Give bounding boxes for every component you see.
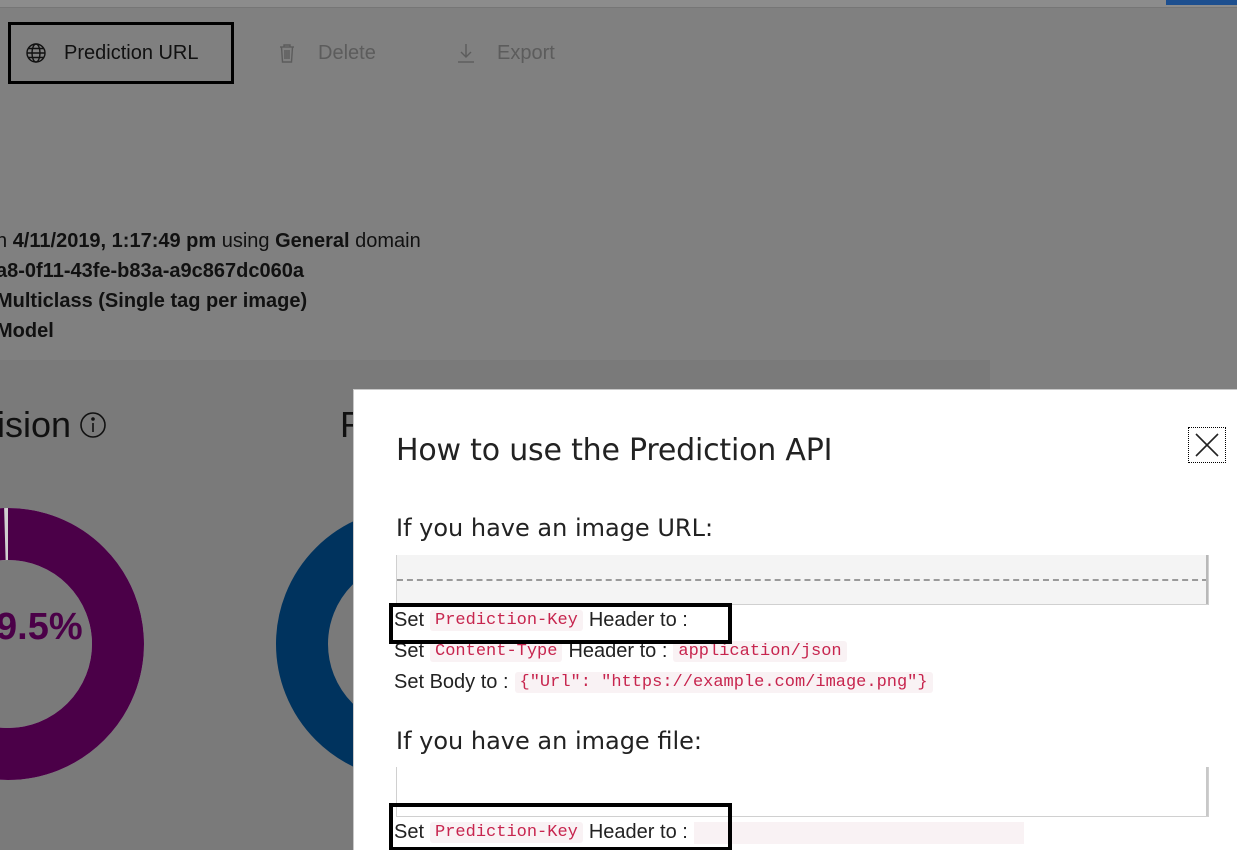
classification-type: Multiclass (Single tag per image) xyxy=(0,290,308,312)
top-bar xyxy=(0,0,1237,8)
export-button[interactable]: Export xyxy=(455,22,555,84)
precision-title: ision xyxy=(0,404,107,446)
iteration-info: n 4/11/2019, 1:17:49 pm using General do… xyxy=(0,226,421,346)
content-type-code: Content-Type xyxy=(430,641,563,662)
page: Prediction URL Delete Export n 4/11/2019… xyxy=(0,0,1237,850)
export-label: Export xyxy=(497,41,555,64)
prediction-key-highlight xyxy=(389,803,732,850)
prediction-api-modal: How to use the Prediction API If you hav… xyxy=(353,389,1237,850)
prediction-url-button[interactable]: Prediction URL xyxy=(8,22,234,84)
content-type-value: application/json xyxy=(673,641,847,662)
close-icon xyxy=(1195,433,1219,457)
iteration-id: a8-0f11-43fe-b83a-a9c867dc060a xyxy=(0,260,304,282)
close-button[interactable] xyxy=(1188,427,1226,463)
info-icon[interactable] xyxy=(79,411,107,439)
globe-icon xyxy=(25,42,47,64)
delete-button[interactable]: Delete xyxy=(276,22,376,84)
download-icon xyxy=(455,42,477,64)
modal-title: How to use the Prediction API xyxy=(396,433,833,468)
redacted-key-value xyxy=(693,821,1024,844)
domain-name: General xyxy=(275,230,350,252)
prediction-url-field[interactable] xyxy=(396,555,1209,605)
field-edge xyxy=(1206,767,1208,816)
delete-label: Delete xyxy=(318,41,376,64)
model-label: Model xyxy=(0,320,54,342)
prediction-url-label: Prediction URL xyxy=(64,41,199,64)
url-text-placeholder xyxy=(397,579,1208,583)
body-value-code: {"Url": "https://example.com/image.png"} xyxy=(514,672,933,693)
field-edge xyxy=(1206,555,1208,604)
prediction-key-highlight xyxy=(389,603,732,644)
top-bar-accent xyxy=(1166,0,1237,5)
set-body-line: Set Body to : {"Url": "https://example.c… xyxy=(394,671,939,694)
precision-value: 9.5% xyxy=(0,606,83,648)
trained-date: 4/11/2019, 1:17:49 pm xyxy=(12,230,217,252)
image-file-heading: If you have an image file: xyxy=(396,727,702,755)
iteration-trained-line: n 4/11/2019, 1:17:49 pm using General do… xyxy=(0,230,421,252)
trash-icon xyxy=(276,42,298,64)
image-url-heading: If you have an image URL: xyxy=(396,514,714,541)
